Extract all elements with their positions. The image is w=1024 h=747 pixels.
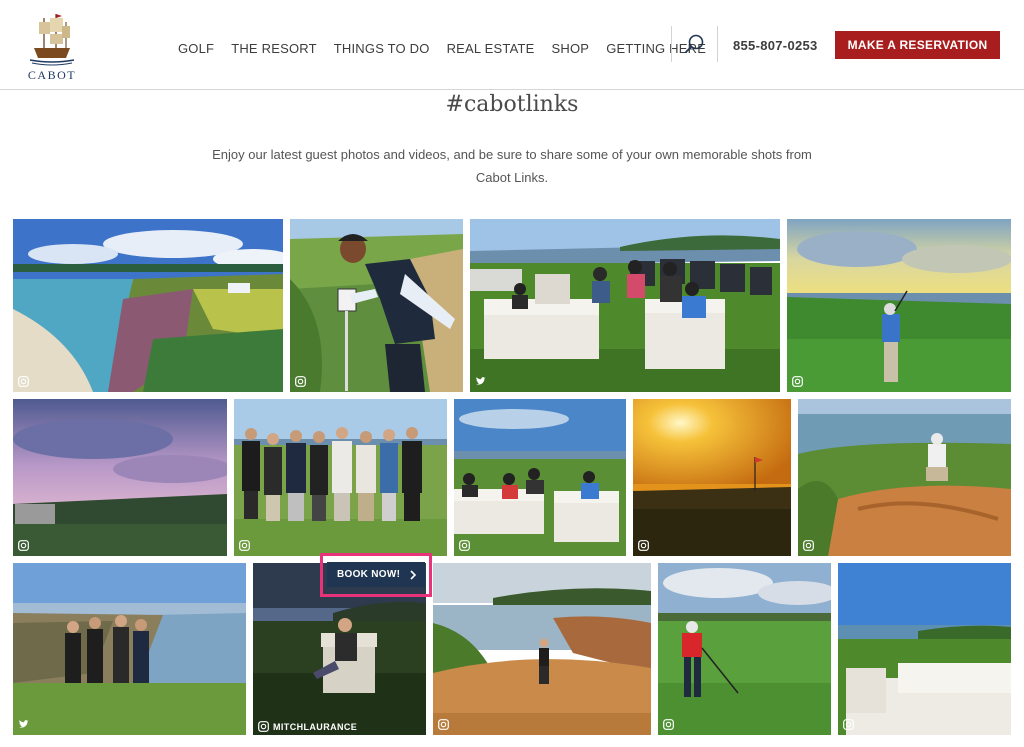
nav-divider: [671, 26, 672, 62]
logo-wordmark: CABOT: [27, 68, 77, 82]
photo-tile[interactable]: [13, 399, 227, 556]
nav-item-the-resort[interactable]: THE RESORT: [231, 41, 317, 56]
instagram-icon: [18, 376, 29, 387]
photo-lounge-carts: [470, 219, 780, 392]
photo-tile[interactable]: [290, 219, 463, 392]
nav-divider: [717, 26, 718, 62]
book-now-label: BOOK NOW!: [337, 569, 401, 580]
photo-tile[interactable]: [838, 563, 1011, 735]
nav-item-things-to-do[interactable]: THINGS TO DO: [334, 41, 430, 56]
site-header: CABOT GOLF THE RESORT THINGS TO DO REAL …: [0, 0, 1024, 90]
ship-logo-icon: [29, 14, 75, 66]
photo-guests-sofas: [454, 399, 626, 556]
photo-tile[interactable]: [658, 563, 831, 735]
photo-tile[interactable]: [633, 399, 791, 556]
instagram-icon: [18, 540, 29, 551]
nav-item-shop[interactable]: SHOP: [552, 41, 590, 56]
instagram-icon: [843, 719, 854, 730]
photo-white-sofa: [838, 563, 1011, 735]
photo-tile[interactable]: [787, 219, 1011, 392]
photo-tile[interactable]: [13, 219, 283, 392]
book-now-highlight: BOOK NOW!: [320, 553, 432, 597]
photo-golfers-clifftop: [13, 563, 246, 735]
phone-number[interactable]: 855-807-0253: [733, 38, 818, 53]
instagram-handle[interactable]: MITCHLAURANCE: [273, 722, 357, 732]
photo-tile[interactable]: [234, 399, 447, 556]
instagram-icon: [258, 721, 269, 732]
book-now-button[interactable]: BOOK NOW!: [327, 562, 425, 587]
photo-tile[interactable]: [454, 399, 626, 556]
photo-purple-dusk: [13, 399, 227, 556]
nav-item-real-estate[interactable]: REAL ESTATE: [447, 41, 535, 56]
feed-intro: Enjoy our latest guest photos and videos…: [212, 147, 812, 185]
photo-group-golfers: [234, 399, 447, 556]
chevron-right-icon: [410, 569, 417, 580]
twitter-icon: [476, 377, 486, 385]
search-icon: [685, 34, 704, 53]
feed-title: #cabotlinks: [445, 92, 579, 117]
photo-golden-sunset: [633, 399, 791, 556]
search-button[interactable]: [683, 32, 707, 56]
instagram-icon: [803, 540, 814, 551]
photo-golfer-cove: [433, 563, 651, 735]
photo-tile[interactable]: [798, 399, 1011, 556]
photo-golfer-swing: [787, 219, 1011, 392]
photo-golfer-red-shirt: [658, 563, 831, 735]
nav-item-golf[interactable]: GOLF: [178, 41, 214, 56]
instagram-icon: [438, 719, 449, 730]
photo-tile[interactable]: [470, 219, 780, 392]
twitter-icon: [19, 720, 29, 728]
make-reservation-button[interactable]: MAKE A RESERVATION: [835, 31, 1000, 59]
instagram-icon: [295, 376, 306, 387]
photo-credit: MITCHLAURANCE: [258, 721, 357, 732]
instagram-icon: [792, 376, 803, 387]
photo-tile[interactable]: [433, 563, 651, 735]
photo-coastal-cliffs: [13, 219, 283, 392]
instagram-icon: [459, 540, 470, 551]
instagram-icon: [239, 540, 250, 551]
photo-tile[interactable]: [13, 563, 246, 735]
photo-bunker-shot: [798, 399, 1011, 556]
instagram-icon: [638, 540, 649, 551]
main-nav: GOLF THE RESORT THINGS TO DO REAL ESTATE…: [178, 41, 723, 56]
cabot-logo[interactable]: CABOT: [22, 10, 82, 82]
photo-golfer-sign: [290, 219, 463, 392]
instagram-icon: [663, 719, 674, 730]
